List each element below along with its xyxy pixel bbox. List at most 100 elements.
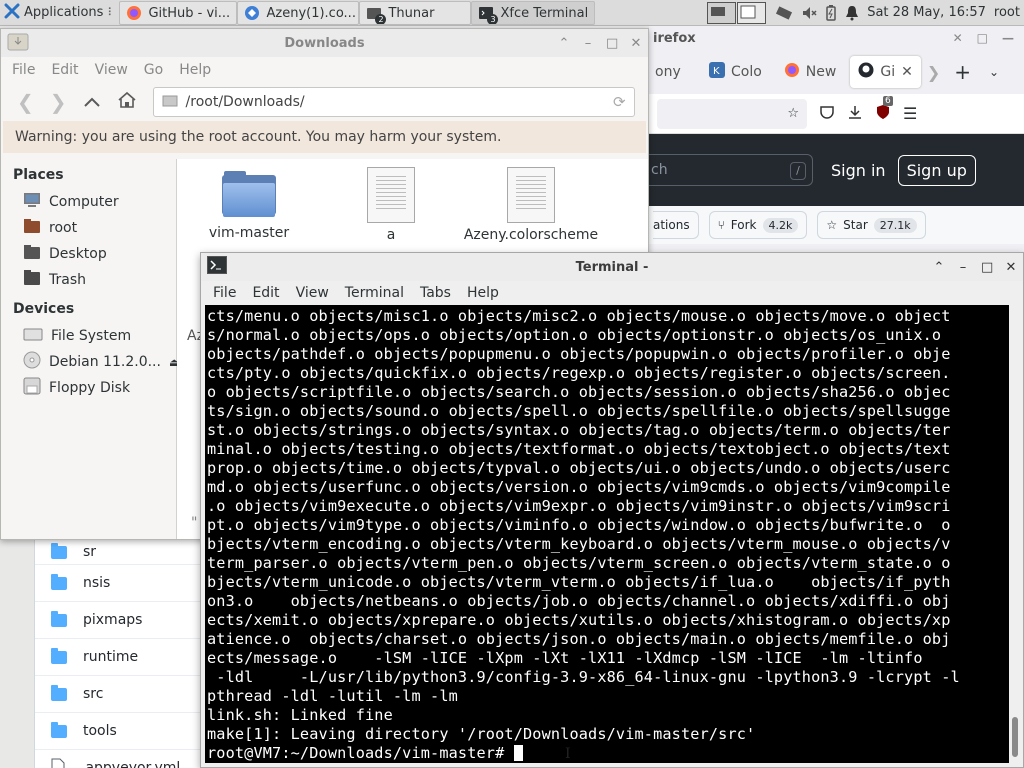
tab-scroll-right-icon[interactable]: ❯ [927, 63, 940, 82]
collapse-icon[interactable]: ⌃ [558, 36, 570, 51]
fork-button[interactable]: ⑂ Fork 4.2k [708, 211, 808, 239]
menu-go[interactable]: Go [144, 62, 163, 78]
menu-file[interactable]: File [12, 62, 35, 78]
file-item-a[interactable]: a [321, 167, 461, 243]
list-item[interactable]: .appveyor.yml [35, 750, 204, 768]
forward-icon[interactable]: ❯ [50, 90, 67, 114]
menu-edit[interactable]: Edit [51, 62, 78, 78]
scrollbar-thumb[interactable] [1012, 717, 1018, 757]
task-azeny-browser[interactable]: Azeny(1).co... [237, 1, 360, 25]
network-icon[interactable] [775, 5, 793, 21]
close-icon[interactable]: ✕ [953, 31, 963, 45]
terminal-menubar: File Edit View Terminal Tabs Help [201, 281, 1023, 305]
fork-count: 4.2k [762, 217, 799, 233]
close-icon[interactable]: ✕ [1005, 260, 1017, 275]
maximize-icon[interactable]: □ [981, 260, 993, 275]
minimize-icon[interactable]: – [957, 260, 969, 275]
menu-view[interactable]: View [296, 285, 329, 301]
location-path: /root/Downloads/ [185, 94, 305, 110]
star-count: 27.1k [873, 217, 917, 233]
document-icon [507, 167, 555, 223]
sign-in-link[interactable]: Sign in [831, 161, 886, 180]
home-icon[interactable] [117, 91, 137, 113]
task-xfce-terminal[interactable]: 3 Xfce Terminal [471, 1, 596, 25]
sign-up-button[interactable]: Sign up [897, 154, 976, 186]
system-tray: Sat 28 May, 16:57 root [707, 0, 1024, 26]
file-item-vim-master[interactable]: vim-master [179, 167, 319, 241]
menu-view[interactable]: View [95, 62, 128, 78]
sidebar-item-debian-disc[interactable]: Debian 11.2.0... ⏏ [1, 349, 179, 375]
sidebar-item-floppy[interactable]: Floppy Disk [1, 375, 176, 401]
task-label: GitHub - vi... [148, 5, 231, 21]
url-bar[interactable]: ☆ [657, 98, 807, 129]
menu-tabs[interactable]: Tabs [420, 285, 451, 301]
notifications-button[interactable]: ations [653, 211, 699, 239]
file-name: src [83, 686, 104, 702]
window-title: Terminal - [575, 259, 649, 275]
workspace-switcher-icon[interactable] [707, 1, 767, 24]
task-thunar[interactable]: 2 Thunar [359, 1, 472, 25]
sidebar-item-trash[interactable]: Trash [1, 267, 176, 293]
back-icon[interactable]: ❮ [17, 90, 34, 114]
tab-label: Gi [880, 64, 896, 80]
list-item[interactable]: runtime [35, 639, 204, 676]
ublock-icon[interactable]: 6 [875, 95, 893, 124]
list-item[interactable]: src [35, 676, 204, 713]
tab-colorscheme[interactable]: K Colo [701, 56, 770, 88]
volume-muted-icon[interactable] [801, 5, 817, 21]
sidebar-item-root[interactable]: root [1, 215, 176, 241]
task-github-firefox[interactable]: GitHub - vi... [119, 1, 238, 25]
terminal-line: prop.o objects/time.o objects/typval.o o… [207, 459, 951, 477]
user-menu[interactable]: root [994, 5, 1020, 20]
terminal-line: bjects/vterm_encoding.o objects/vterm_ke… [207, 535, 951, 553]
kde-store-icon: K [709, 62, 725, 82]
list-item[interactable]: sr [35, 540, 204, 565]
menu-file[interactable]: File [213, 285, 236, 301]
menu-terminal[interactable]: Terminal [345, 285, 404, 301]
applications-menu-button[interactable]: Applications ⠇ [0, 0, 119, 26]
minimize-icon[interactable]: — [1002, 31, 1014, 45]
menu-help[interactable]: Help [179, 62, 211, 78]
terminal-scrollbar[interactable] [1009, 305, 1021, 763]
menu-help[interactable]: Help [467, 285, 499, 301]
tab-new-tab[interactable]: New [776, 56, 845, 88]
list-item[interactable]: pixmaps [35, 602, 204, 639]
terminal-output[interactable]: cts/menu.o objects/misc1.o objects/misc2… [205, 305, 1009, 763]
list-item[interactable]: tools [35, 713, 204, 750]
parent-folder-icon[interactable] [83, 93, 101, 112]
list-tabs-icon[interactable]: ⌄ [989, 65, 999, 79]
tab-partial[interactable]: ony [655, 56, 695, 88]
sidebar-item-file-system[interactable]: File System [1, 323, 176, 349]
hamburger-menu-icon[interactable]: ☰ [903, 104, 917, 123]
star-button[interactable]: ☆ Star 27.1k [817, 211, 926, 239]
file-item-azeny-colorscheme[interactable]: Azeny.colorscheme [461, 167, 601, 243]
maximize-icon[interactable]: □ [606, 36, 618, 51]
close-tab-icon[interactable]: ✕ [901, 64, 913, 80]
location-bar[interactable]: /root/Downloads/ ⟳ [152, 87, 635, 117]
folder-icon [51, 684, 67, 701]
maximize-icon[interactable]: □ [977, 31, 988, 45]
sidebar-item-computer[interactable]: Computer [1, 189, 176, 215]
notification-bell-icon[interactable] [845, 5, 859, 21]
terminal-line: bjects/vterm_unicode.o objects/vterm_vte… [207, 573, 951, 591]
minimize-icon[interactable]: – [582, 36, 594, 51]
new-tab-icon[interactable]: + [954, 60, 971, 84]
reload-icon[interactable]: ⟳ [613, 93, 626, 111]
optical-disc-icon [23, 351, 41, 373]
workspace-badge: 3 [487, 14, 499, 24]
clock[interactable]: Sat 28 May, 16:57 [867, 5, 986, 20]
close-icon[interactable]: ✕ [630, 36, 642, 51]
battery-icon[interactable] [825, 4, 837, 21]
sidebar-item-desktop[interactable]: Desktop [1, 241, 176, 267]
menu-edit[interactable]: Edit [252, 285, 279, 301]
github-search[interactable]: ch / [649, 154, 813, 186]
downloads-icon[interactable] [847, 104, 863, 124]
list-item[interactable]: nsis [35, 565, 204, 602]
tab-github[interactable]: Gi ✕ [850, 56, 921, 88]
bookmark-star-icon[interactable]: ☆ [787, 106, 799, 121]
sidebar-item-label: Floppy Disk [49, 380, 131, 396]
terminal-line: link.sh: Linked fine [207, 706, 393, 724]
pocket-icon[interactable] [819, 104, 835, 124]
github-icon [858, 62, 874, 82]
collapse-icon[interactable]: ⌃ [933, 260, 945, 275]
